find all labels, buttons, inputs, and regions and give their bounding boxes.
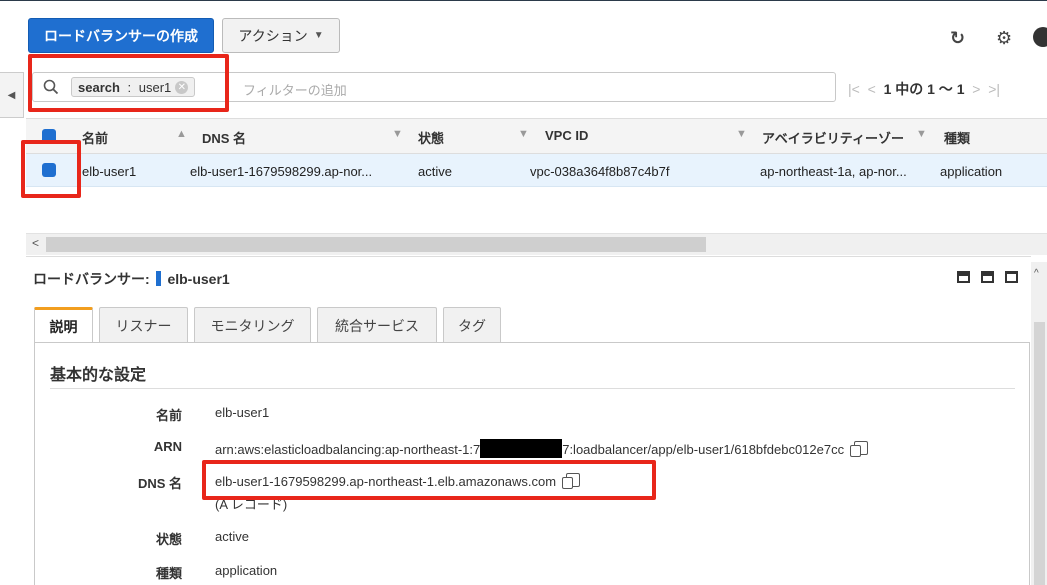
col-dns[interactable]: DNS 名 (202, 128, 246, 147)
sort-icon[interactable]: ▼ (916, 128, 927, 140)
layout-top-icon[interactable] (1005, 271, 1018, 283)
panel-splitter[interactable] (26, 256, 1031, 263)
state-value: active (215, 529, 249, 544)
chevron-down-icon: ▼ (313, 30, 324, 41)
row-state: active (418, 164, 452, 179)
dns-label: DNS 名 (137, 476, 182, 491)
prev-page-icon[interactable]: < (868, 81, 876, 97)
row-type: application (940, 164, 1003, 179)
refresh-icon[interactable]: ↻ (950, 28, 965, 49)
tab-description[interactable]: 説明 (34, 307, 93, 344)
row-vpc: vpc-038a364f8b87c4b7f (530, 164, 670, 179)
row-dns: elb-user1-1679598299.ap-nor... (190, 164, 373, 179)
last-page-icon[interactable]: >| (988, 81, 1000, 97)
col-az[interactable]: アベイラビリティーゾー (762, 128, 904, 147)
tab-monitoring[interactable]: モニタリング (194, 307, 311, 343)
sort-icon[interactable]: ▼ (518, 128, 529, 140)
col-state[interactable]: 状態 (418, 128, 444, 147)
detail-title: ロードバランサー: elb-user1 (33, 269, 230, 289)
arn-prefix: arn:aws:elasticloadbalancing:ap-northeas… (215, 442, 481, 457)
tab-tags[interactable]: タグ (443, 307, 501, 343)
arn-value: arn:aws:elasticloadbalancing:ap-northeas… (215, 439, 868, 458)
name-label: 名前 (155, 408, 182, 423)
settings-icon[interactable]: ⚙ (996, 28, 1012, 49)
row-az: ap-northeast-1a, ap-nor... (760, 164, 907, 179)
create-load-balancer-button[interactable]: ロードバランサーの作成 (28, 18, 214, 53)
redaction-block (480, 439, 563, 458)
chevron-left-icon: ◀ (7, 89, 16, 101)
layout-split-icon[interactable] (981, 271, 994, 283)
actions-dropdown-button[interactable]: アクション ▼ (222, 18, 340, 53)
help-icon[interactable] (1033, 27, 1047, 47)
next-page-icon[interactable]: > (972, 81, 980, 97)
name-value: elb-user1 (215, 405, 270, 420)
copy-icon[interactable] (849, 441, 868, 457)
row-name: elb-user1 (82, 164, 137, 179)
tab-listeners[interactable]: リスナー (99, 307, 188, 343)
pagination: |< < 1 中の 1 ～ 1 > >| (848, 79, 1000, 99)
detail-title-name: elb-user1 (167, 271, 230, 287)
section-divider (50, 388, 1015, 389)
col-type[interactable]: 種類 (944, 128, 970, 147)
arn-suffix: 7:loadbalancer/app/elb-user1/618bfdebc01… (562, 442, 845, 457)
section-title: 基本的な設定 (50, 367, 147, 384)
state-label: 状態 (155, 532, 182, 547)
page-range-text: 1 中の 1 ～ 1 (883, 81, 965, 97)
type-label: 種類 (155, 566, 182, 581)
table-header: 名前 ▲ DNS 名 ▼ 状態 ▼ VPC ID ▼ アベイラビリティーゾー ▼… (26, 118, 1047, 154)
detail-title-prefix: ロードバランサー: (33, 271, 150, 287)
side-panel-toggle[interactable]: ◀ (0, 72, 24, 118)
first-page-icon[interactable]: |< (848, 81, 860, 97)
sort-icon[interactable]: ▼ (392, 128, 403, 140)
sort-asc-icon[interactable]: ▲ (176, 128, 187, 140)
highlight-dns (202, 460, 656, 500)
table-row[interactable]: elb-user1 elb-user1-1679598299.ap-nor...… (26, 154, 1047, 187)
horizontal-scrollbar[interactable]: < (26, 233, 1047, 255)
scroll-left-icon[interactable]: < (32, 236, 39, 250)
status-bar-icon (155, 271, 161, 286)
type-value: application (215, 563, 278, 578)
top-border (0, 0, 1047, 1)
col-vpc[interactable]: VPC ID (545, 128, 588, 143)
tab-integrated-services[interactable]: 統合サービス (317, 307, 437, 343)
sort-icon[interactable]: ▼ (736, 128, 747, 140)
scroll-thumb[interactable] (46, 237, 706, 252)
scroll-thumb[interactable] (1034, 322, 1045, 585)
vertical-scrollbar[interactable]: ^ (1031, 262, 1047, 585)
arn-label: ARN (153, 439, 182, 454)
highlight-checkbox (21, 140, 81, 198)
col-name[interactable]: 名前 (82, 128, 108, 147)
highlight-filter (28, 54, 229, 112)
filter-input[interactable]: フィルターの追加 (243, 80, 347, 99)
scroll-up-icon[interactable]: ^ (1034, 268, 1039, 279)
layout-bottom-icon[interactable] (957, 271, 970, 283)
actions-label: アクション (238, 27, 308, 44)
